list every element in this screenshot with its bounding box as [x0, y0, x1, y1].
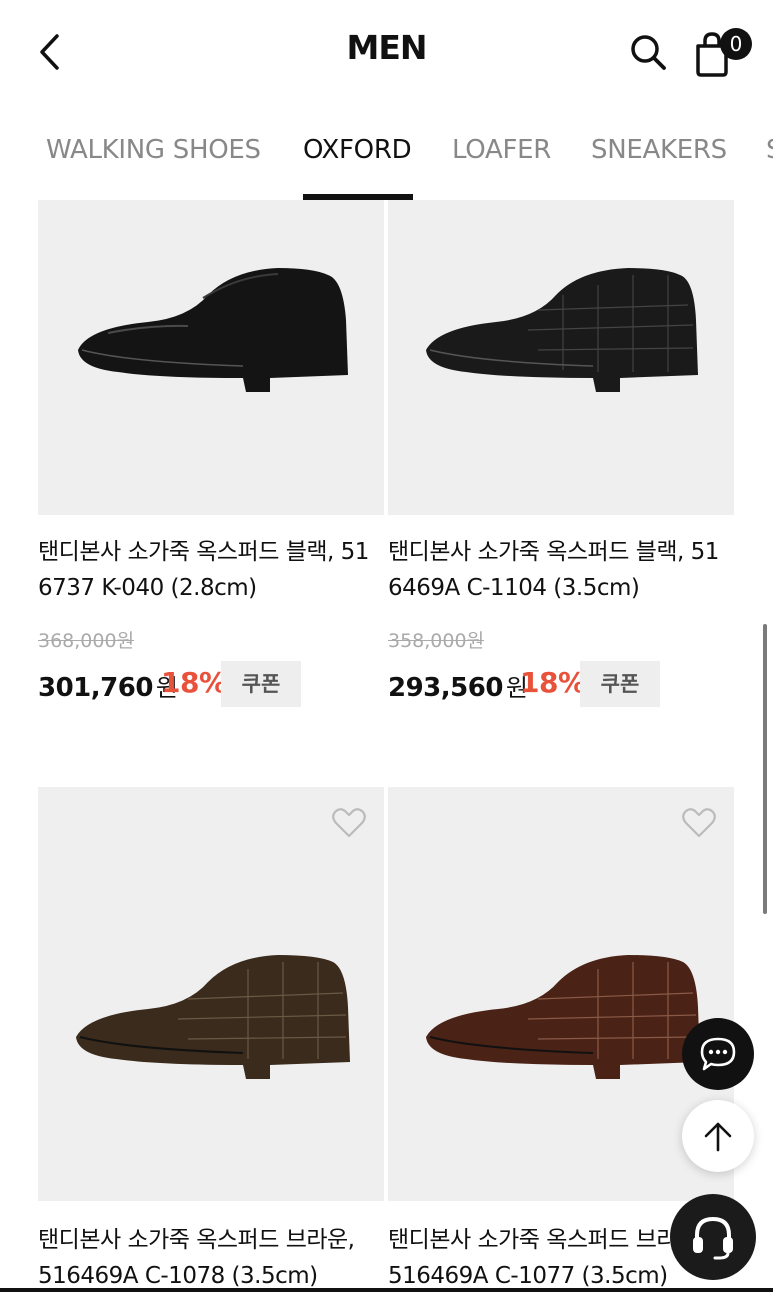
heart-icon[interactable] [331, 805, 367, 841]
product-name-line: 탠디본사 소가죽 옥스퍼드 블랙, 51 [38, 539, 369, 565]
active-tab-indicator [303, 194, 413, 200]
product-name-line: 6469A C-1104 (3.5cm) [388, 575, 640, 601]
product-name-line: 516469A C-1078 (3.5cm) [38, 1263, 318, 1289]
tab-oxford[interactable]: OXFORD [303, 135, 412, 165]
coupon-button[interactable]: 쿠폰 [221, 661, 301, 707]
product-name[interactable]: 탠디본사 소가죽 옥스퍼드 브라운, 516469A C-1078 (3.5cm… [38, 1222, 378, 1292]
customer-support-button[interactable] [670, 1194, 756, 1280]
product-name-line: 6737 K-040 (2.8cm) [38, 575, 257, 601]
product-name-line: 516469A C-1077 (3.5cm) [388, 1263, 668, 1289]
product-image[interactable] [38, 200, 384, 515]
shoe-image [78, 268, 348, 392]
shoe-image [426, 268, 698, 392]
sale-price: 301,760 원 [38, 668, 178, 703]
bottom-edge [0, 1288, 773, 1292]
app-header: MEN 0 [0, 0, 773, 100]
product-name-line: 탠디본사 소가죽 옥스퍼드 브라운, [38, 1227, 355, 1253]
discount-rate: 18% [520, 666, 586, 699]
category-tabs: WALKING SHOES OXFORD LOAFER SNEAKERS S [0, 100, 773, 200]
product-name[interactable]: 탠디본사 소가죽 옥스퍼드 블랙, 51 6469A C-1104 (3.5cm… [388, 534, 728, 606]
coupon-button[interactable]: 쿠폰 [580, 661, 660, 707]
original-price: 368,000원 [38, 630, 135, 652]
original-price: 358,000원 [388, 630, 485, 652]
product-image[interactable] [388, 200, 734, 515]
cart-count-badge: 0 [720, 28, 752, 60]
product-name[interactable]: 탠디본사 소가죽 옥스퍼드 블랙, 51 6737 K-040 (2.8cm) [38, 534, 378, 606]
shoe-image [76, 955, 350, 1079]
tab-next-partial[interactable]: S [766, 135, 773, 165]
heart-icon[interactable] [681, 805, 717, 841]
scrollbar[interactable] [763, 624, 767, 914]
sale-price-value: 301,760 [38, 673, 153, 703]
discount-rate: 18% [161, 666, 227, 699]
tab-sneakers[interactable]: SNEAKERS [591, 135, 727, 165]
chat-bubble-icon [700, 1037, 736, 1071]
search-icon [631, 35, 666, 70]
sale-price-value: 293,560 [388, 673, 503, 703]
scroll-to-top-button[interactable] [682, 1100, 754, 1172]
tab-walking-shoes[interactable]: WALKING SHOES [46, 135, 261, 165]
headset-icon [693, 1216, 733, 1260]
cart-button[interactable]: 0 [690, 24, 756, 77]
sale-price: 293,560 원 [388, 668, 528, 703]
product-name-line: 탠디본사 소가죽 옥스퍼드 블랙, 51 [388, 539, 719, 565]
chat-button[interactable] [682, 1018, 754, 1090]
product-image[interactable] [38, 787, 384, 1201]
arrow-up-icon [704, 1122, 732, 1152]
search-button[interactable] [624, 28, 672, 76]
tab-loafer[interactable]: LOAFER [452, 135, 551, 165]
